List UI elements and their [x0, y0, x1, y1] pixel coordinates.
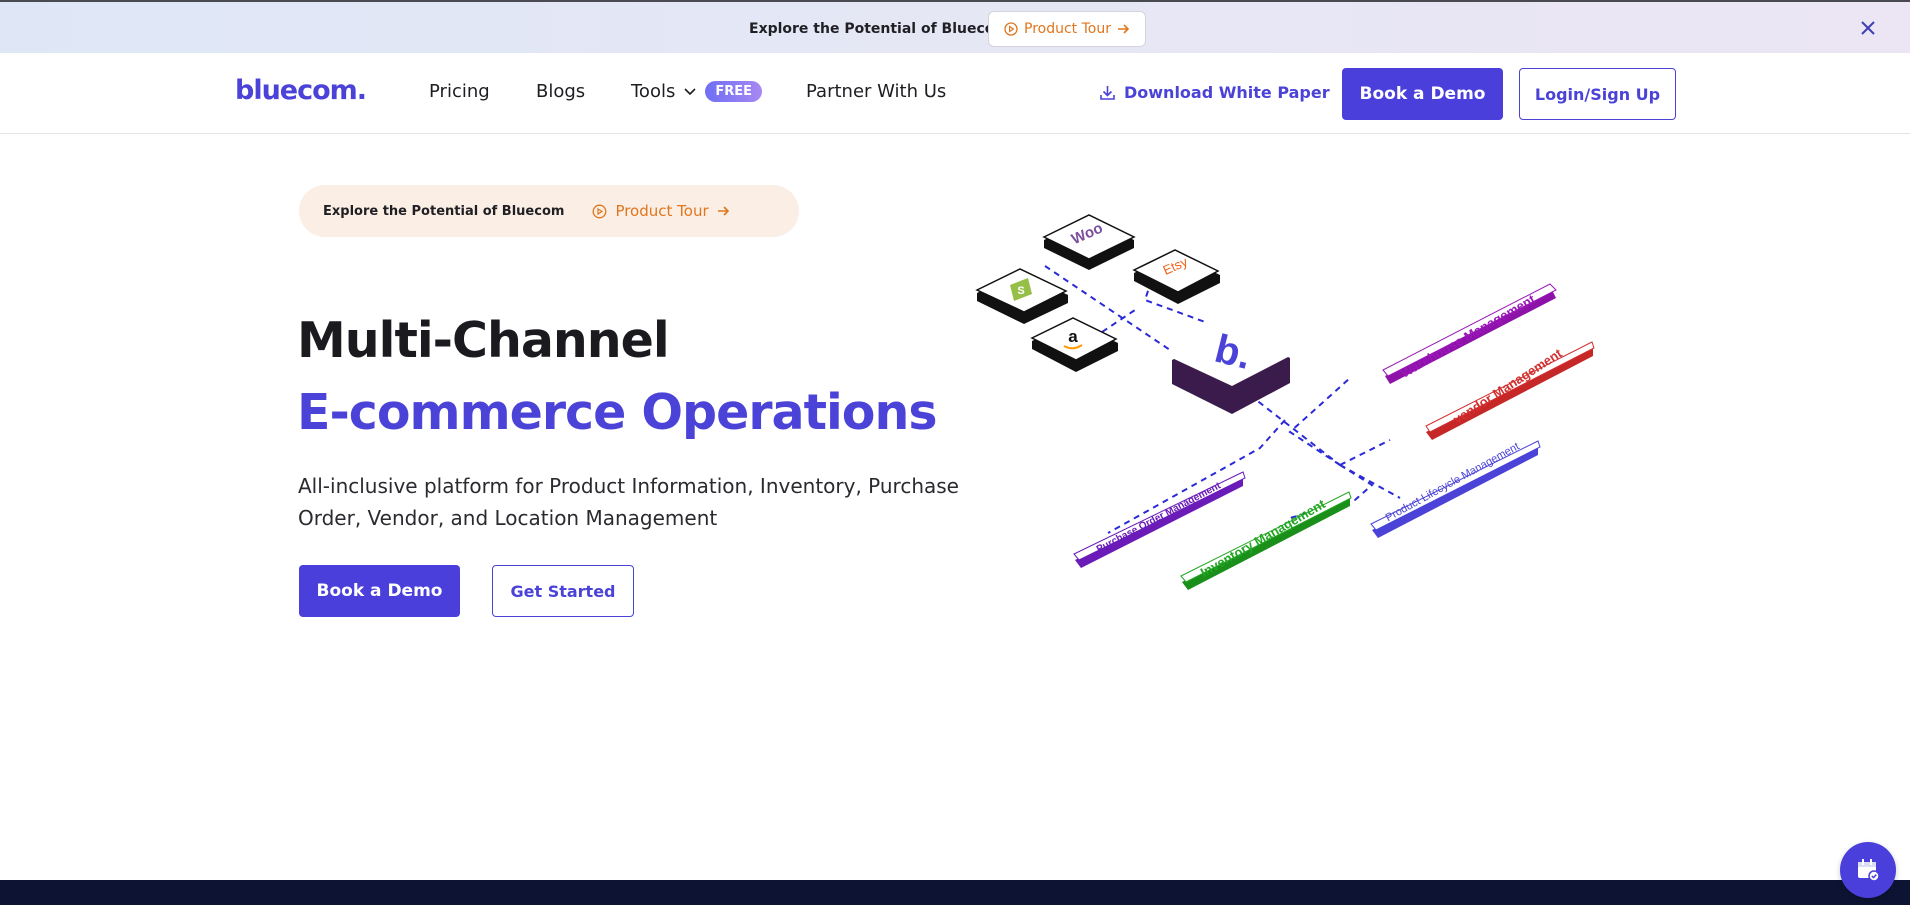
- svg-text:Purchase Order Management: Purchase Order Management: [1095, 480, 1223, 555]
- amazon-channel-tile: a: [1030, 317, 1118, 372]
- nav-tools-dropdown[interactable]: Tools FREE: [631, 81, 762, 102]
- hero-announcement-pill: Explore the Potential of Bluecom Product…: [299, 185, 799, 237]
- svg-text:Warehouse Management: Warehouse Management: [1398, 291, 1538, 381]
- bluecom-logo[interactable]: bluecom.: [235, 75, 367, 106]
- arrow-right-icon: [1117, 24, 1130, 34]
- hero-product-tour-link[interactable]: Product Tour: [592, 202, 729, 220]
- download-label: Download White Paper: [1124, 83, 1330, 102]
- shopify-label: S: [1017, 285, 1024, 297]
- download-white-paper-link[interactable]: Download White Paper: [1099, 83, 1330, 102]
- hero-subtitle: All-inclusive platform for Product Infor…: [298, 474, 959, 530]
- login-signup-button[interactable]: Login/Sign Up: [1519, 68, 1676, 120]
- nav-blogs-link[interactable]: Blogs: [536, 81, 585, 102]
- hero-book-demo-button[interactable]: Book a Demo: [299, 565, 460, 617]
- footer-strip: [0, 880, 1910, 905]
- schedule-widget-button[interactable]: [1840, 842, 1896, 898]
- nav-tools-label: Tools: [631, 81, 676, 102]
- hero-title-line2: E-commerce Operations: [297, 384, 937, 441]
- calendar-icon: [1858, 859, 1880, 882]
- vendor-management-label: vendor Management: [1425, 341, 1595, 440]
- hero-illustration: Woo Etsy S a b. Warehouse Management ven…: [960, 200, 1620, 620]
- close-icon[interactable]: [1857, 17, 1879, 39]
- nav-book-demo-button[interactable]: Book a Demo: [1342, 68, 1503, 120]
- bluecom-hub-tile: b.: [1172, 327, 1290, 414]
- announcement-bar: Explore the Potential of Bluecom Product…: [0, 0, 1910, 53]
- main-navbar: bluecom. Pricing Blogs Tools FREE Partne…: [0, 53, 1910, 134]
- nav-pricing-link[interactable]: Pricing: [429, 81, 490, 102]
- announcement-text: Explore the Potential of Bluecom: [749, 21, 1009, 37]
- shopify-channel-tile: S: [975, 268, 1068, 324]
- inventory-management-label: Inventory Management: [1180, 491, 1352, 590]
- hero-tour-label: Product Tour: [615, 202, 709, 220]
- product-lifecycle-management-label: Product Lifecycle Management: [1370, 440, 1541, 538]
- hero-get-started-button[interactable]: Get Started: [492, 565, 634, 617]
- announcement-product-tour-button[interactable]: Product Tour: [988, 11, 1146, 47]
- announcement-tour-label: Product Tour: [1024, 21, 1111, 37]
- svg-text:Inventory Management: Inventory Management: [1198, 496, 1329, 580]
- play-circle-icon: [1004, 22, 1018, 36]
- woo-channel-tile: Woo: [1042, 214, 1136, 270]
- nav-partner-link[interactable]: Partner With Us: [806, 81, 946, 102]
- arrow-right-icon: [717, 206, 729, 216]
- hero-title-line1: Multi-Channel: [297, 312, 670, 369]
- download-icon: [1100, 86, 1115, 100]
- chevron-down-icon: [684, 87, 696, 95]
- svg-text:vendor Management: vendor Management: [1450, 345, 1565, 427]
- hero-pill-text: Explore the Potential of Bluecom: [323, 203, 565, 219]
- svg-text:Product Lifecycle Management: Product Lifecycle Management: [1384, 441, 1522, 525]
- amazon-label: a: [1068, 327, 1078, 346]
- free-badge: FREE: [705, 81, 762, 102]
- play-circle-icon: [592, 204, 607, 218]
